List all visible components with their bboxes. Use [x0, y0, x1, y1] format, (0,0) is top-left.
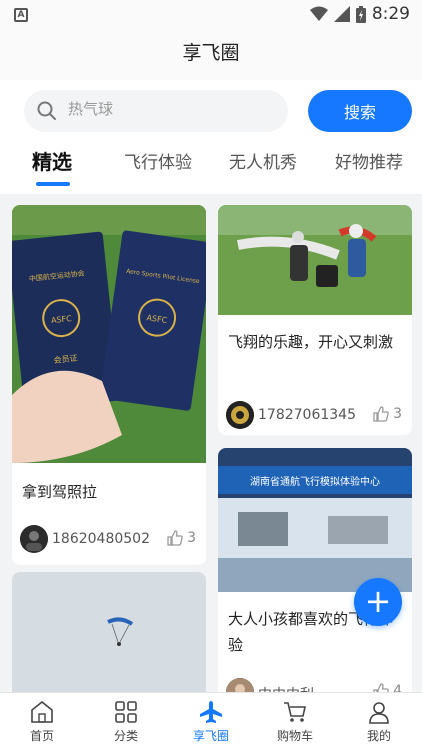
avatar[interactable] — [20, 525, 48, 553]
post-card[interactable] — [12, 572, 206, 702]
nav-cart-label: 购物车 — [276, 729, 313, 743]
notification-icon: A — [14, 8, 28, 22]
nav-profile-label: 我的 — [366, 729, 391, 743]
post-card[interactable]: 飞翔的乐趣，开心又刺激 17827061345 3 — [218, 205, 412, 435]
home-icon — [31, 700, 53, 723]
nav-category-label: 分类 — [113, 729, 138, 743]
post-username: 17827061345 — [258, 407, 356, 423]
like-count: 3 — [187, 530, 196, 546]
tab-drone-show[interactable]: 无人机秀 — [229, 148, 297, 173]
status-bar: A 8:29 — [0, 0, 422, 30]
nav-profile[interactable]: 我的 — [349, 699, 409, 744]
post-image — [12, 572, 206, 702]
tab-goods[interactable]: 好物推荐 — [335, 148, 403, 173]
tab-featured[interactable]: 精选 — [32, 146, 72, 175]
battery-icon — [355, 5, 366, 23]
thumbs-up-icon — [373, 406, 389, 422]
nav-home[interactable]: 首页 — [12, 699, 72, 744]
thumbs-up-icon — [167, 530, 183, 546]
post-image: 中国航空运动协会 ASFC 会员证 Aero Sports Pilot Lice… — [12, 205, 206, 463]
post-title: 飞翔的乐趣，开心又刺激 — [228, 333, 394, 351]
wifi-icon — [309, 6, 328, 21]
active-tab-indicator — [36, 182, 70, 186]
search-icon — [37, 101, 56, 120]
post-title: 拿到驾照拉 — [22, 483, 98, 501]
tab-flight-experience[interactable]: 飞行体验 — [124, 148, 192, 173]
sim-center-sign: 湖南省通航飞行模拟体验中心 — [250, 475, 380, 488]
page-title: 享飞圈 — [182, 42, 240, 64]
search-box[interactable] — [24, 90, 288, 132]
nav-xiangfeiquan-label: 享飞圈 — [192, 729, 229, 743]
search-button[interactable]: 搜索 — [308, 90, 412, 132]
nav-category[interactable]: 分类 — [96, 699, 156, 744]
cart-icon — [284, 702, 306, 722]
like-button[interactable]: 3 — [167, 530, 196, 546]
post-image — [218, 205, 412, 315]
nav-xiangfeiquan[interactable]: 享飞圈 — [181, 699, 241, 744]
like-button[interactable]: 3 — [373, 406, 402, 422]
title-bar: 享飞圈 — [0, 30, 422, 80]
nav-cart[interactable]: 购物车 — [265, 699, 325, 744]
bottom-nav: 首页 分类 享飞圈 购物车 我的 — [0, 692, 422, 750]
clock: 8:29 — [371, 4, 410, 24]
avatar[interactable] — [226, 401, 254, 429]
search-row: 搜索 — [0, 80, 422, 136]
grid-icon — [115, 701, 137, 723]
post-username: 18620480502 — [52, 531, 150, 547]
airplane-icon — [200, 701, 222, 723]
category-tabs: 精选 飞行体验 无人机秀 好物推荐 — [0, 136, 422, 194]
search-input[interactable] — [68, 100, 268, 118]
user-icon — [369, 702, 389, 724]
signal-icon — [333, 6, 350, 22]
post-card[interactable]: 中国航空运动协会 ASFC 会员证 Aero Sports Pilot Lice… — [12, 205, 206, 565]
post-image: 湖南省通航飞行模拟体验中心 — [218, 448, 412, 592]
add-post-button[interactable]: + — [354, 578, 402, 626]
nav-home-label: 首页 — [29, 729, 54, 743]
like-count: 3 — [393, 406, 402, 422]
